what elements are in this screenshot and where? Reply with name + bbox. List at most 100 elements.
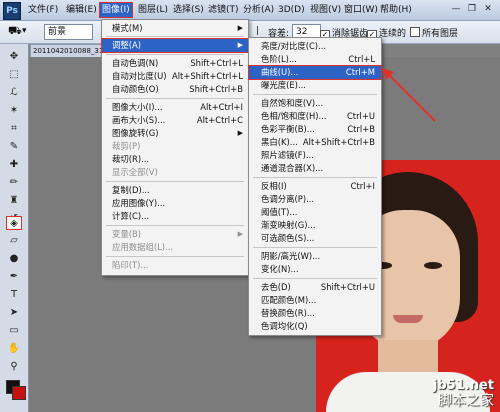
path-selection-tool-icon[interactable]: ➤: [6, 306, 22, 320]
menu-item-posterize[interactable]: 色调分离(P)...: [249, 193, 381, 206]
menu-item-variations[interactable]: 变化(N)...: [249, 263, 381, 276]
menu-item-photo-filter[interactable]: 照片滤镜(F)...: [249, 149, 381, 162]
menu-item-image-rotation[interactable]: 图像旋转(G) ▶: [102, 127, 248, 140]
menu-item-color-balance[interactable]: 色彩平衡(B)... Ctrl+B: [249, 123, 381, 136]
menu-item-calculations[interactable]: 计算(C)...: [102, 210, 248, 223]
background-color-swatch[interactable]: [12, 386, 26, 400]
menu-item-label: 照片滤镜(F)...: [261, 150, 314, 160]
menu-item-label: 调整(A): [112, 40, 142, 50]
menu-item-apply-data-set[interactable]: 应用数据组(L)...: [102, 241, 248, 254]
eyedropper-tool-icon[interactable]: ✎: [6, 140, 22, 154]
menu-item-trim[interactable]: 裁切(R)...: [102, 153, 248, 166]
paint-bucket-icon[interactable]: ⛟: [8, 24, 22, 39]
menu-item-curves[interactable]: 曲线(U)... Ctrl+M: [248, 65, 382, 80]
menu-item-threshold[interactable]: 阈值(T)...: [249, 206, 381, 219]
menu-item-label: 曲线(U)...: [261, 67, 299, 77]
zoom-tool-icon[interactable]: ⚲: [6, 360, 22, 374]
menu-item-channel-mixer[interactable]: 通道混合器(X)...: [249, 162, 381, 175]
eraser-tool-icon[interactable]: ▱: [6, 234, 22, 248]
menu-item-auto-color[interactable]: 自动颜色(O) Shift+Ctrl+B: [102, 83, 248, 96]
magic-wand-tool-icon[interactable]: ✶: [6, 104, 22, 118]
all-layers-checkbox[interactable]: [410, 27, 420, 37]
menu-bar: Ps 文件(F) 编辑(E) 图像(I) 图层(L) 选择(S) 滤镜(T) 分…: [0, 0, 500, 21]
brush-tool-icon[interactable]: ✏: [6, 176, 22, 190]
menu-item-crop[interactable]: 裁剪(P): [102, 140, 248, 153]
menu-item-shortcut: Shift+Ctrl+B: [189, 84, 243, 94]
menu-item-shortcut: Alt+Shift+Ctrl+L: [172, 71, 243, 81]
menu-item-auto-contrast[interactable]: 自动对比度(U) Alt+Shift+Ctrl+L: [102, 70, 248, 83]
menu-item-label: 应用数据组(L)...: [112, 242, 174, 252]
menu-item-label: 画布大小(S)...: [112, 115, 166, 125]
menu-item-hue-saturation[interactable]: 色相/饱和度(H)... Ctrl+U: [249, 110, 381, 123]
crop-tool-icon[interactable]: ⌗: [6, 122, 22, 136]
menu-item-invert[interactable]: 反相(I) Ctrl+I: [249, 180, 381, 193]
menu-item-shortcut: Alt+Ctrl+C: [196, 115, 243, 125]
menu-item-desaturate[interactable]: 去色(D) Shift+Ctrl+U: [249, 281, 381, 294]
contiguous-label: 连续的: [379, 29, 407, 39]
menu-item-replace-color[interactable]: 替换颜色(R)...: [249, 307, 381, 320]
menu-item-trap[interactable]: 陷印(T)...: [102, 259, 248, 272]
menu-separator: [106, 98, 244, 99]
submenu-arrow-icon: ▶: [237, 24, 243, 32]
all-layers-option[interactable]: 所有图层: [410, 26, 458, 39]
menu-item-match-color[interactable]: 匹配颜色(M)...: [249, 294, 381, 307]
lasso-tool-icon[interactable]: ℒ: [6, 86, 22, 100]
document-title: 2011042010088_3118: [33, 47, 103, 55]
menu-item-gradient-map[interactable]: 渐变映射(G)...: [249, 219, 381, 232]
menu-item-black-white[interactable]: 黑白(K)... Alt+Shift+Ctrl+B: [249, 136, 381, 149]
menu-item-label: 计算(C)...: [112, 211, 150, 221]
menu-item-equalize[interactable]: 色调均化(Q): [249, 320, 381, 333]
menu-item-shortcut: Shift+Ctrl+U: [320, 282, 375, 292]
menu-item-levels[interactable]: 色阶(L)... Ctrl+L: [249, 53, 381, 66]
restore-icon[interactable]: ❐: [466, 3, 478, 15]
menu-file[interactable]: 文件(F): [26, 3, 60, 17]
menu-view[interactable]: 视图(V): [308, 3, 343, 17]
shape-tool-icon[interactable]: ▭: [6, 324, 22, 338]
type-tool-icon[interactable]: T: [6, 288, 22, 302]
menu-item-brightness-contrast[interactable]: 亮度/对比度(C)...: [249, 40, 381, 53]
menu-item-canvas-size[interactable]: 画布大小(S)... Alt+Ctrl+C: [102, 114, 248, 127]
menu-image[interactable]: 图像(I): [99, 2, 133, 18]
menu-analysis[interactable]: 分析(A): [241, 3, 276, 17]
menu-help[interactable]: 帮助(H): [378, 3, 414, 17]
fill-mode-select[interactable]: 前景: [44, 24, 93, 40]
tool-preset-dropdown-icon[interactable]: ▾: [22, 26, 27, 36]
menu-3d[interactable]: 3D(D): [276, 3, 307, 17]
menu-item-exposure[interactable]: 曝光度(E)...: [249, 79, 381, 92]
hand-tool-icon[interactable]: ✋: [6, 342, 22, 356]
menu-item-shortcut: Ctrl+I: [350, 181, 375, 191]
menu-item-selective-color[interactable]: 可选颜色(S)...: [249, 232, 381, 245]
menu-item-image-size[interactable]: 图像大小(I)... Alt+Ctrl+I: [102, 101, 248, 114]
tools-panel: ✥ ⬚ ℒ ✶ ⌗ ✎ ✚ ✏ ♜ ↺ ◈ ▱ ● ✒ T ➤ ▭ ✋ ⚲: [0, 44, 29, 412]
menu-item-vibrance[interactable]: 自然饱和度(V)...: [249, 97, 381, 110]
menu-item-label: 色调均化(Q): [261, 321, 308, 331]
options-separator: |: [256, 26, 260, 36]
menu-select[interactable]: 选择(S): [171, 3, 206, 17]
menu-filter[interactable]: 滤镜(T): [206, 3, 241, 17]
marquee-tool-icon[interactable]: ⬚: [6, 68, 22, 82]
menu-item-reveal-all[interactable]: 显示全部(V): [102, 166, 248, 179]
clone-stamp-tool-icon[interactable]: ♜: [6, 194, 22, 208]
paint-bucket-tool-icon[interactable]: ◈: [6, 216, 22, 230]
menu-item-label: 反相(I): [261, 181, 287, 191]
menu-item-variables[interactable]: 变量(B) ▶: [102, 228, 248, 241]
menu-item-shadows-highlights[interactable]: 阴影/高光(W)...: [249, 250, 381, 263]
move-tool-icon[interactable]: ✥: [6, 50, 22, 64]
menu-item-mode[interactable]: 模式(M) ▶: [102, 22, 248, 35]
menu-item-auto-tone[interactable]: 自动色调(N) Shift+Ctrl+L: [102, 57, 248, 70]
document-tab[interactable]: 2011042010088_3118: [30, 44, 104, 58]
menu-item-label: 曝光度(E)...: [261, 80, 306, 90]
close-icon[interactable]: ✕: [482, 3, 494, 15]
dodge-tool-icon[interactable]: ●: [6, 252, 22, 266]
menu-edit[interactable]: 编辑(E): [64, 3, 99, 17]
menu-item-duplicate[interactable]: 复制(D)...: [102, 184, 248, 197]
healing-brush-tool-icon[interactable]: ✚: [6, 158, 22, 172]
menu-item-shortcut: Ctrl+L: [348, 54, 375, 64]
menu-layer[interactable]: 图层(L): [136, 3, 170, 17]
minimize-icon[interactable]: —: [450, 3, 462, 15]
menu-separator: [106, 54, 244, 55]
menu-item-apply-image[interactable]: 应用图像(Y)...: [102, 197, 248, 210]
menu-item-adjustments[interactable]: 调整(A) ▶: [101, 38, 249, 53]
pen-tool-icon[interactable]: ✒: [6, 270, 22, 284]
menu-window[interactable]: 窗口(W): [342, 3, 380, 17]
